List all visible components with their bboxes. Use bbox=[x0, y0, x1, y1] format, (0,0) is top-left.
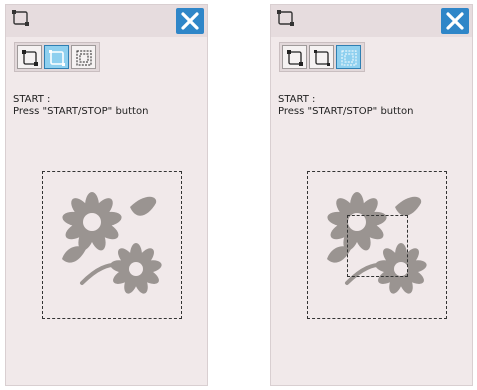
instruction-text: START : Press "START/STOP" button bbox=[13, 94, 148, 118]
close-button[interactable] bbox=[176, 8, 204, 34]
quilting-frame-icon bbox=[341, 50, 357, 66]
outline-frame-icon bbox=[287, 50, 303, 66]
quilting-inner-frame bbox=[347, 215, 408, 277]
title-bar bbox=[271, 5, 472, 37]
message-line-1: START : bbox=[278, 94, 316, 105]
quilting-frame-icon bbox=[76, 50, 92, 66]
outline-frame-alt-icon bbox=[49, 50, 65, 66]
flower-design-preview bbox=[62, 192, 162, 294]
frame-mode-toolbar bbox=[279, 42, 365, 72]
outline-frame-button[interactable] bbox=[17, 45, 42, 69]
outline-frame-icon bbox=[22, 50, 38, 66]
outline-frame-icon bbox=[277, 10, 294, 26]
quilting-frame-button[interactable] bbox=[71, 45, 96, 69]
message-line-1: START : bbox=[13, 94, 51, 105]
outline-frame-icon bbox=[12, 10, 29, 26]
outline-frame-button[interactable] bbox=[282, 45, 307, 69]
close-icon bbox=[181, 12, 199, 30]
embroidery-frame-panel-1: START : Press "START/STOP" button bbox=[5, 4, 208, 386]
embroidery-frame-panel-2: START : Press "START/STOP" button bbox=[270, 4, 473, 386]
instruction-text: START : Press "START/STOP" button bbox=[278, 94, 413, 118]
outline-frame-alt-icon bbox=[314, 50, 330, 66]
title-bar bbox=[6, 5, 207, 37]
message-line-2: Press "START/STOP" button bbox=[13, 106, 149, 117]
frame-mode-toolbar bbox=[14, 42, 100, 72]
outline-frame-alt-button[interactable] bbox=[309, 45, 334, 69]
quilting-frame-button[interactable] bbox=[336, 45, 361, 69]
outline-frame-alt-button[interactable] bbox=[44, 45, 69, 69]
close-icon bbox=[446, 12, 464, 30]
message-line-2: Press "START/STOP" button bbox=[278, 106, 414, 117]
close-button[interactable] bbox=[441, 8, 469, 34]
